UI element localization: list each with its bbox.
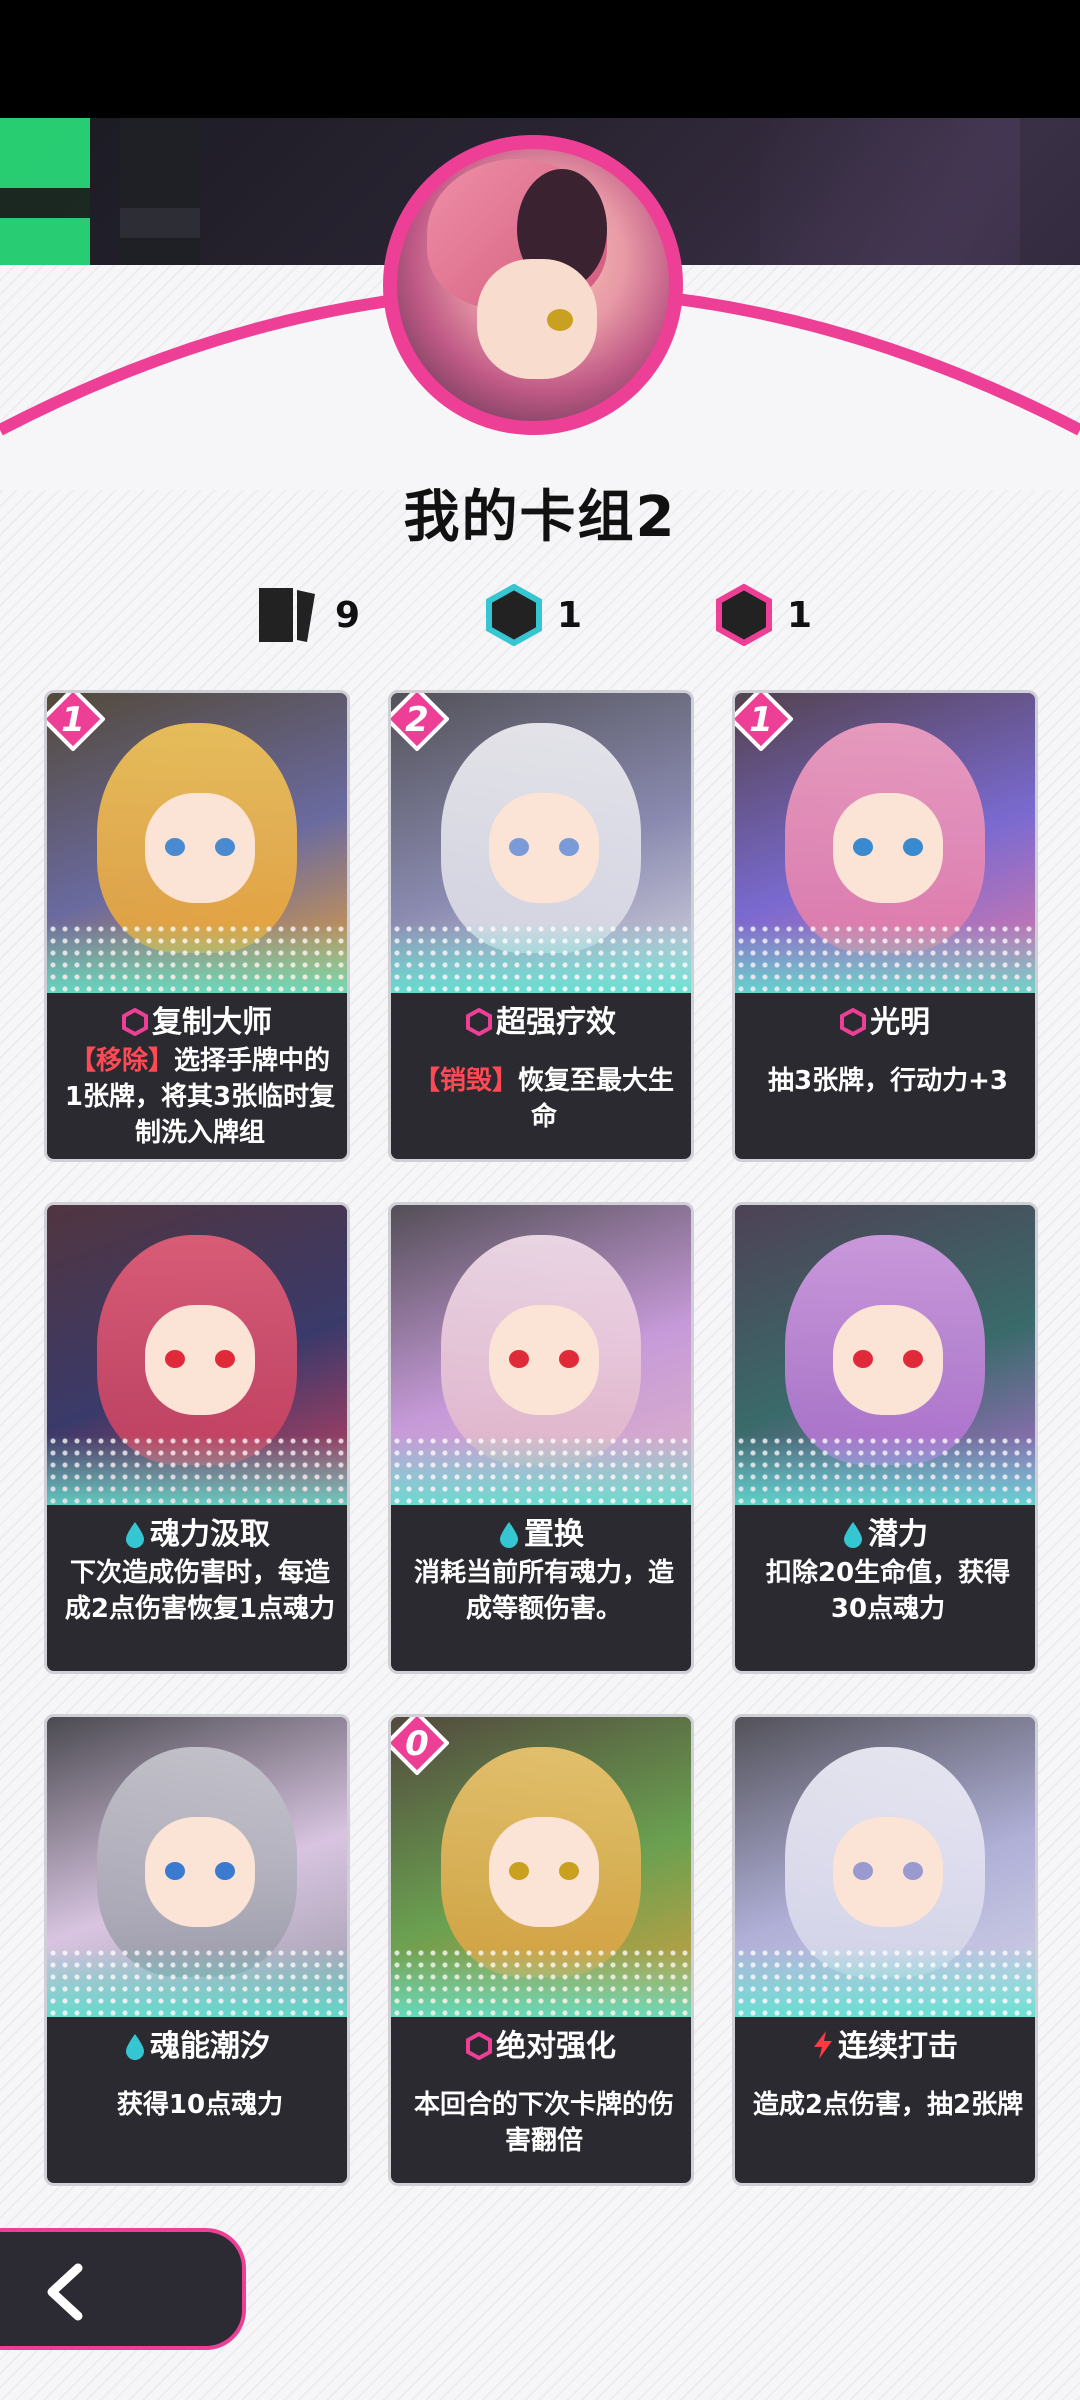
card-name: 潜力 bbox=[735, 1509, 1035, 1556]
card-name: 绝对强化 bbox=[391, 2021, 691, 2068]
card-description: 本回合的下次卡牌的伤害翻倍 bbox=[413, 2090, 674, 2156]
card-name: 光明 bbox=[735, 997, 1035, 1044]
svg-text:1: 1 bbox=[749, 700, 773, 740]
card-name: 魂能潮汐 bbox=[47, 2021, 347, 2068]
water-drop-icon bbox=[124, 2032, 146, 2068]
hexagon-icon bbox=[840, 1007, 866, 1044]
card-art bbox=[47, 1717, 347, 2017]
card-description: 消耗当前所有魂力，造成等额伤害。 bbox=[413, 1558, 674, 1624]
water-drop-icon bbox=[498, 1520, 520, 1556]
card-7[interactable]: 魂能潮汐 获得10点魂力 bbox=[44, 1714, 350, 2186]
card-8[interactable]: 0 绝对强化 本回合的下次卡牌的伤害翻倍 bbox=[388, 1714, 694, 2186]
svg-text:1: 1 bbox=[61, 700, 85, 740]
stat-cyan-count: 1 bbox=[485, 584, 582, 646]
card-4[interactable]: 魂力汲取 下次造成伤害时，每造成2点伤害恢复1点魂力 bbox=[44, 1202, 350, 1674]
card-1[interactable]: 1 复制大师 【移除】选择手牌中的1张牌，将其3张临时复制洗入牌组 bbox=[44, 690, 350, 1162]
card-6[interactable]: 潜力 扣除20生命值，获得30点魂力 bbox=[732, 1202, 1038, 1674]
cost-badge: 1 bbox=[47, 693, 105, 751]
card-name: 连续打击 bbox=[735, 2021, 1035, 2068]
card-name: 置换 bbox=[391, 1509, 691, 1556]
card-art bbox=[391, 1205, 691, 1505]
chevron-left-icon bbox=[47, 2263, 83, 2321]
hexagon-icon bbox=[122, 1007, 148, 1044]
hexagon-icon bbox=[466, 1007, 492, 1044]
card-description: 造成2点伤害，抽2张牌 bbox=[752, 2090, 1024, 2120]
card-description: 下次造成伤害时，每造成2点伤害恢复1点魂力 bbox=[64, 1558, 336, 1624]
card-5[interactable]: 置换 消耗当前所有魂力，造成等额伤害。 bbox=[388, 1202, 694, 1674]
card-description: 【移除】选择手牌中的1张牌，将其3张临时复制洗入牌组 bbox=[64, 1046, 336, 1148]
card-keyword: 【销毁】 bbox=[413, 1066, 518, 1096]
water-drop-icon bbox=[124, 1520, 146, 1556]
stat-card-count: 9 bbox=[255, 585, 360, 645]
svg-text:0: 0 bbox=[405, 1724, 429, 1764]
water-drop-icon bbox=[842, 1520, 864, 1556]
hexagon-icon bbox=[466, 2031, 492, 2068]
card-name: 超强疗效 bbox=[391, 997, 691, 1044]
card-description: 抽3张牌，行动力+3 bbox=[768, 1066, 1008, 1096]
status-bar bbox=[0, 0, 1080, 118]
pink-hexagon-icon bbox=[716, 584, 772, 646]
card-name: 复制大师 bbox=[47, 997, 347, 1044]
cost-badge: 2 bbox=[391, 693, 449, 751]
back-button[interactable] bbox=[0, 2228, 246, 2350]
stat-pink-count: 1 bbox=[715, 584, 812, 646]
card-description: 获得10点魂力 bbox=[116, 2090, 284, 2120]
lightning-icon bbox=[812, 2030, 834, 2068]
card-2[interactable]: 2 超强疗效 【销毁】恢复至最大生命 bbox=[388, 690, 694, 1162]
cyan-hexagon-icon bbox=[486, 584, 542, 646]
card-art bbox=[735, 1205, 1035, 1505]
cost-badge: 0 bbox=[391, 1717, 449, 1775]
card-stack-icon bbox=[259, 588, 315, 642]
card-3[interactable]: 1 光明 抽3张牌，行动力+3 bbox=[732, 690, 1038, 1162]
deck-title: 我的卡组2 bbox=[403, 485, 677, 550]
card-9[interactable]: 连续打击 造成2点伤害，抽2张牌 bbox=[732, 1714, 1038, 2186]
card-keyword: 【移除】 bbox=[69, 1046, 174, 1076]
card-art bbox=[47, 1205, 347, 1505]
card-name: 魂力汲取 bbox=[47, 1509, 347, 1556]
deck-avatar[interactable] bbox=[383, 135, 683, 435]
card-art bbox=[735, 1717, 1035, 2017]
card-description: 扣除20生命值，获得30点魂力 bbox=[765, 1558, 1011, 1624]
cost-badge: 1 bbox=[735, 693, 793, 751]
svg-text:2: 2 bbox=[405, 700, 429, 740]
card-description: 【销毁】恢复至最大生命 bbox=[413, 1066, 675, 1132]
